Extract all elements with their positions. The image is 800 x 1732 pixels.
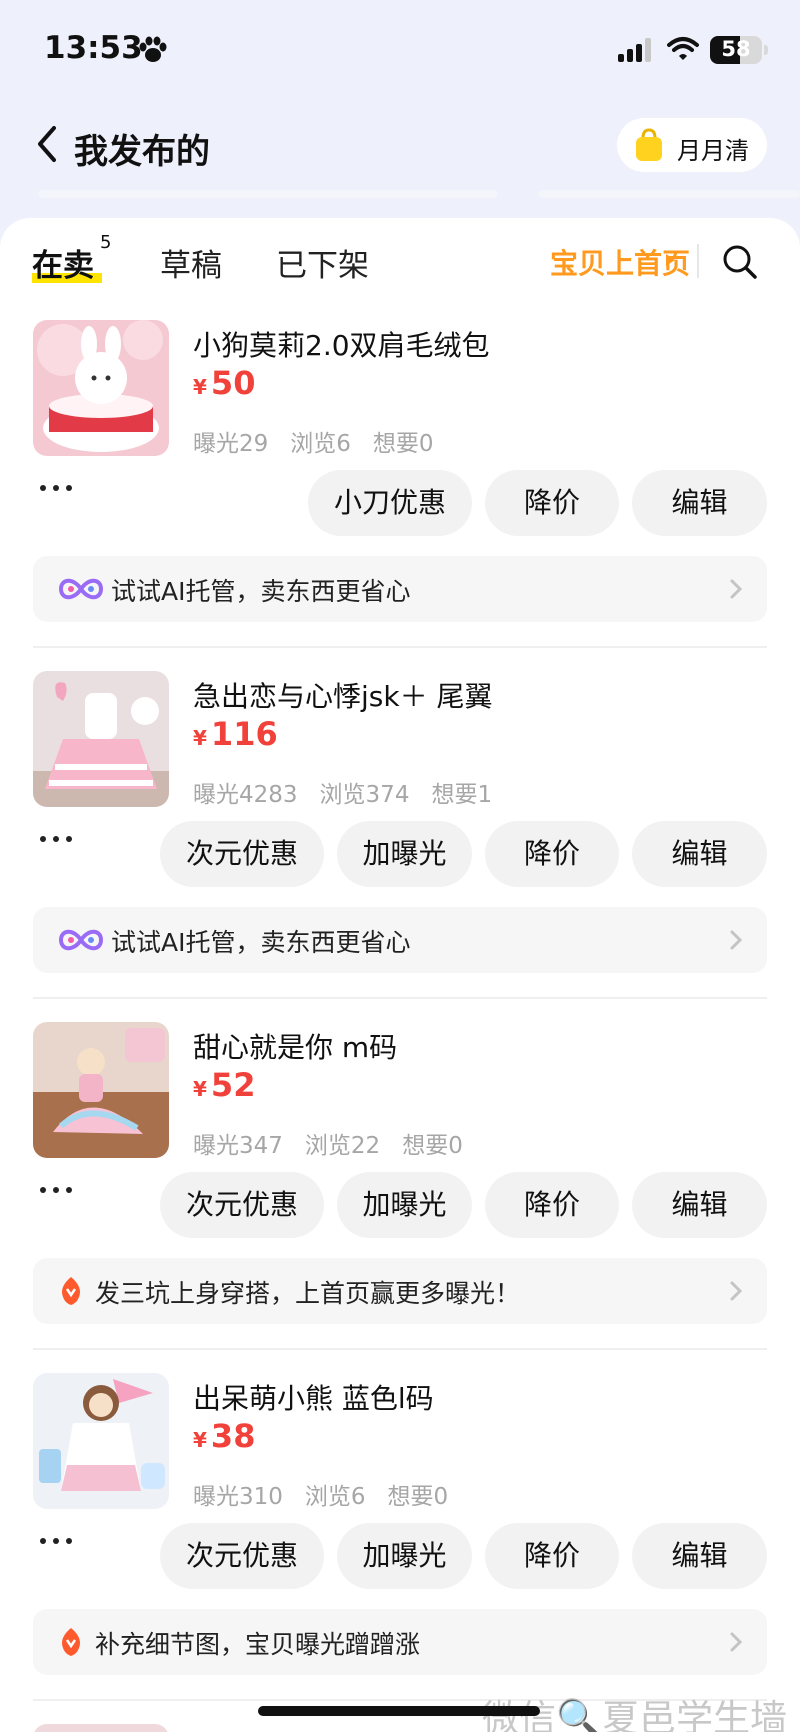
signal-icon <box>618 38 651 62</box>
listing-stats: 曝光310 浏览6 想要0 <box>193 1484 449 1510</box>
boost-exposure-button[interactable]: 加曝光 <box>337 1172 472 1238</box>
chevron-right-icon <box>730 930 743 950</box>
reduce-price-button[interactable]: 降价 <box>485 1172 619 1238</box>
listing-price: ¥38 <box>193 1417 256 1455</box>
status-bar: 13:53 58 <box>0 0 800 100</box>
edit-button[interactable]: 编辑 <box>632 1523 767 1589</box>
product-thumbnail[interactable] <box>33 320 169 456</box>
listing-title[interactable]: 小狗莫莉2.0双肩毛绒包 <box>193 324 490 364</box>
tab-selling-label: 在卖 <box>32 248 94 284</box>
divider <box>33 646 767 648</box>
tip-text: 试试AI托管，卖东西更省心 <box>111 928 411 957</box>
paw-icon <box>139 36 167 62</box>
tab-drafts[interactable]: 草稿 <box>160 240 222 285</box>
edit-button[interactable]: 编辑 <box>632 470 767 536</box>
page-title: 我发布的 <box>74 132 210 172</box>
home-indicator[interactable] <box>258 1706 540 1716</box>
shopping-bag-icon <box>636 128 662 161</box>
chevron-right-icon <box>730 579 743 599</box>
tip-text: 补充细节图，宝贝曝光蹭蹭涨 <box>95 1630 421 1659</box>
listing-price: ¥116 <box>193 715 278 753</box>
chevron-right-icon <box>730 1281 743 1301</box>
battery-level: 58 <box>721 37 751 61</box>
tab-selling[interactable]: 在卖 5 <box>32 232 111 285</box>
dimension-discount-button[interactable]: 次元优惠 <box>160 1523 324 1589</box>
product-thumbnail[interactable] <box>33 671 169 807</box>
monthly-clear-label: 月月清 <box>677 137 749 165</box>
product-thumbnail[interactable] <box>33 1724 169 1732</box>
ai-hosting-banner[interactable]: 试试AI托管，卖东西更省心 <box>33 556 767 622</box>
divider <box>33 997 767 999</box>
bargain-discount-button[interactable]: 小刀优惠 <box>308 470 472 536</box>
triangle-right-icon <box>666 254 675 266</box>
reduce-price-button[interactable]: 降价 <box>485 470 619 536</box>
tip-text: 试试AI托管，卖东西更省心 <box>111 577 411 606</box>
listing-stats: 曝光4283 浏览374 想要1 <box>193 782 493 808</box>
search-icon[interactable] <box>722 244 758 280</box>
divider <box>33 1348 767 1350</box>
listing-price: ¥50 <box>193 364 256 402</box>
divider <box>697 244 699 278</box>
dimension-discount-button[interactable]: 次元优惠 <box>160 821 324 887</box>
more-options-icon[interactable] <box>38 833 78 845</box>
product-thumbnail[interactable] <box>33 1373 169 1509</box>
listing-title[interactable]: 甜心就是你 m码 <box>193 1026 397 1066</box>
wifi-icon <box>667 37 699 60</box>
listing-price: ¥52 <box>193 1066 256 1104</box>
product-thumbnail[interactable] <box>33 1022 169 1158</box>
listing-card: 甜心就是你 m码 ¥52 曝光347 浏览22 想要0 次元优惠 加曝光 降价 编辑… <box>0 1022 800 1372</box>
boost-exposure-button[interactable]: 加曝光 <box>337 1523 472 1589</box>
bulb-icon <box>62 1628 80 1656</box>
nav-bar: 我发布的 月月清 <box>0 100 800 200</box>
reduce-price-button[interactable]: 降价 <box>485 821 619 887</box>
listing-card: 出呆萌小熊 蓝色l码 ¥38 曝光310 浏览6 想要0 次元优惠 加曝光 降价 编… <box>0 1373 800 1723</box>
outfit-tip-banner[interactable]: 发三坑上身穿搭，上首页赢更多曝光！ <box>33 1258 767 1324</box>
monthly-clear-button[interactable]: 月月清 <box>617 118 767 172</box>
ai-hosting-banner[interactable]: 试试AI托管，卖东西更省心 <box>33 907 767 973</box>
battery-icon: 58 <box>710 36 762 64</box>
ai-loop-icon <box>58 578 104 600</box>
detail-photo-tip-banner[interactable]: 补充细节图，宝贝曝光蹭蹭涨 <box>33 1609 767 1675</box>
edit-button[interactable]: 编辑 <box>632 1172 767 1238</box>
boost-exposure-button[interactable]: 加曝光 <box>337 821 472 887</box>
tip-text: 发三坑上身穿搭，上首页赢更多曝光！ <box>95 1279 521 1308</box>
back-icon[interactable] <box>30 122 66 166</box>
listing-title[interactable]: 出呆萌小熊 蓝色l码 <box>193 1377 434 1417</box>
dimension-discount-button[interactable]: 次元优惠 <box>160 1172 324 1238</box>
tab-delisted[interactable]: 已下架 <box>276 240 369 285</box>
listing-title[interactable]: 急出恋与心悸jsk＋ 尾翼 <box>193 675 492 715</box>
listing-card: 小狗莫莉2.0双肩毛绒包 ¥50 曝光29 浏览6 想要0 小刀优惠 降价 编辑 试… <box>0 320 800 670</box>
reduce-price-button[interactable]: 降价 <box>485 1523 619 1589</box>
edit-button[interactable]: 编辑 <box>632 821 767 887</box>
listing-stats: 曝光347 浏览22 想要0 <box>193 1133 463 1159</box>
more-options-icon[interactable] <box>38 1535 78 1547</box>
ai-loop-icon <box>58 929 104 951</box>
more-options-icon[interactable] <box>38 482 78 494</box>
listing-card: 急出恋与心悸jsk＋ 尾翼 ¥116 曝光4283 浏览374 想要1 次元优惠 加… <box>0 671 800 1021</box>
chevron-right-icon <box>730 1632 743 1652</box>
bulb-icon <box>62 1277 80 1305</box>
main-content: 在卖 5 草稿 已下架 宝贝上首页 小狗莫莉2.0双肩毛绒包 ¥ 50 曝光29… <box>0 218 800 1732</box>
listing-stats: 曝光29 浏览6 想要0 <box>193 431 434 457</box>
more-options-icon[interactable] <box>38 1184 78 1196</box>
status-time: 13:53 <box>44 30 143 66</box>
tab-selling-count: 5 <box>100 232 112 253</box>
